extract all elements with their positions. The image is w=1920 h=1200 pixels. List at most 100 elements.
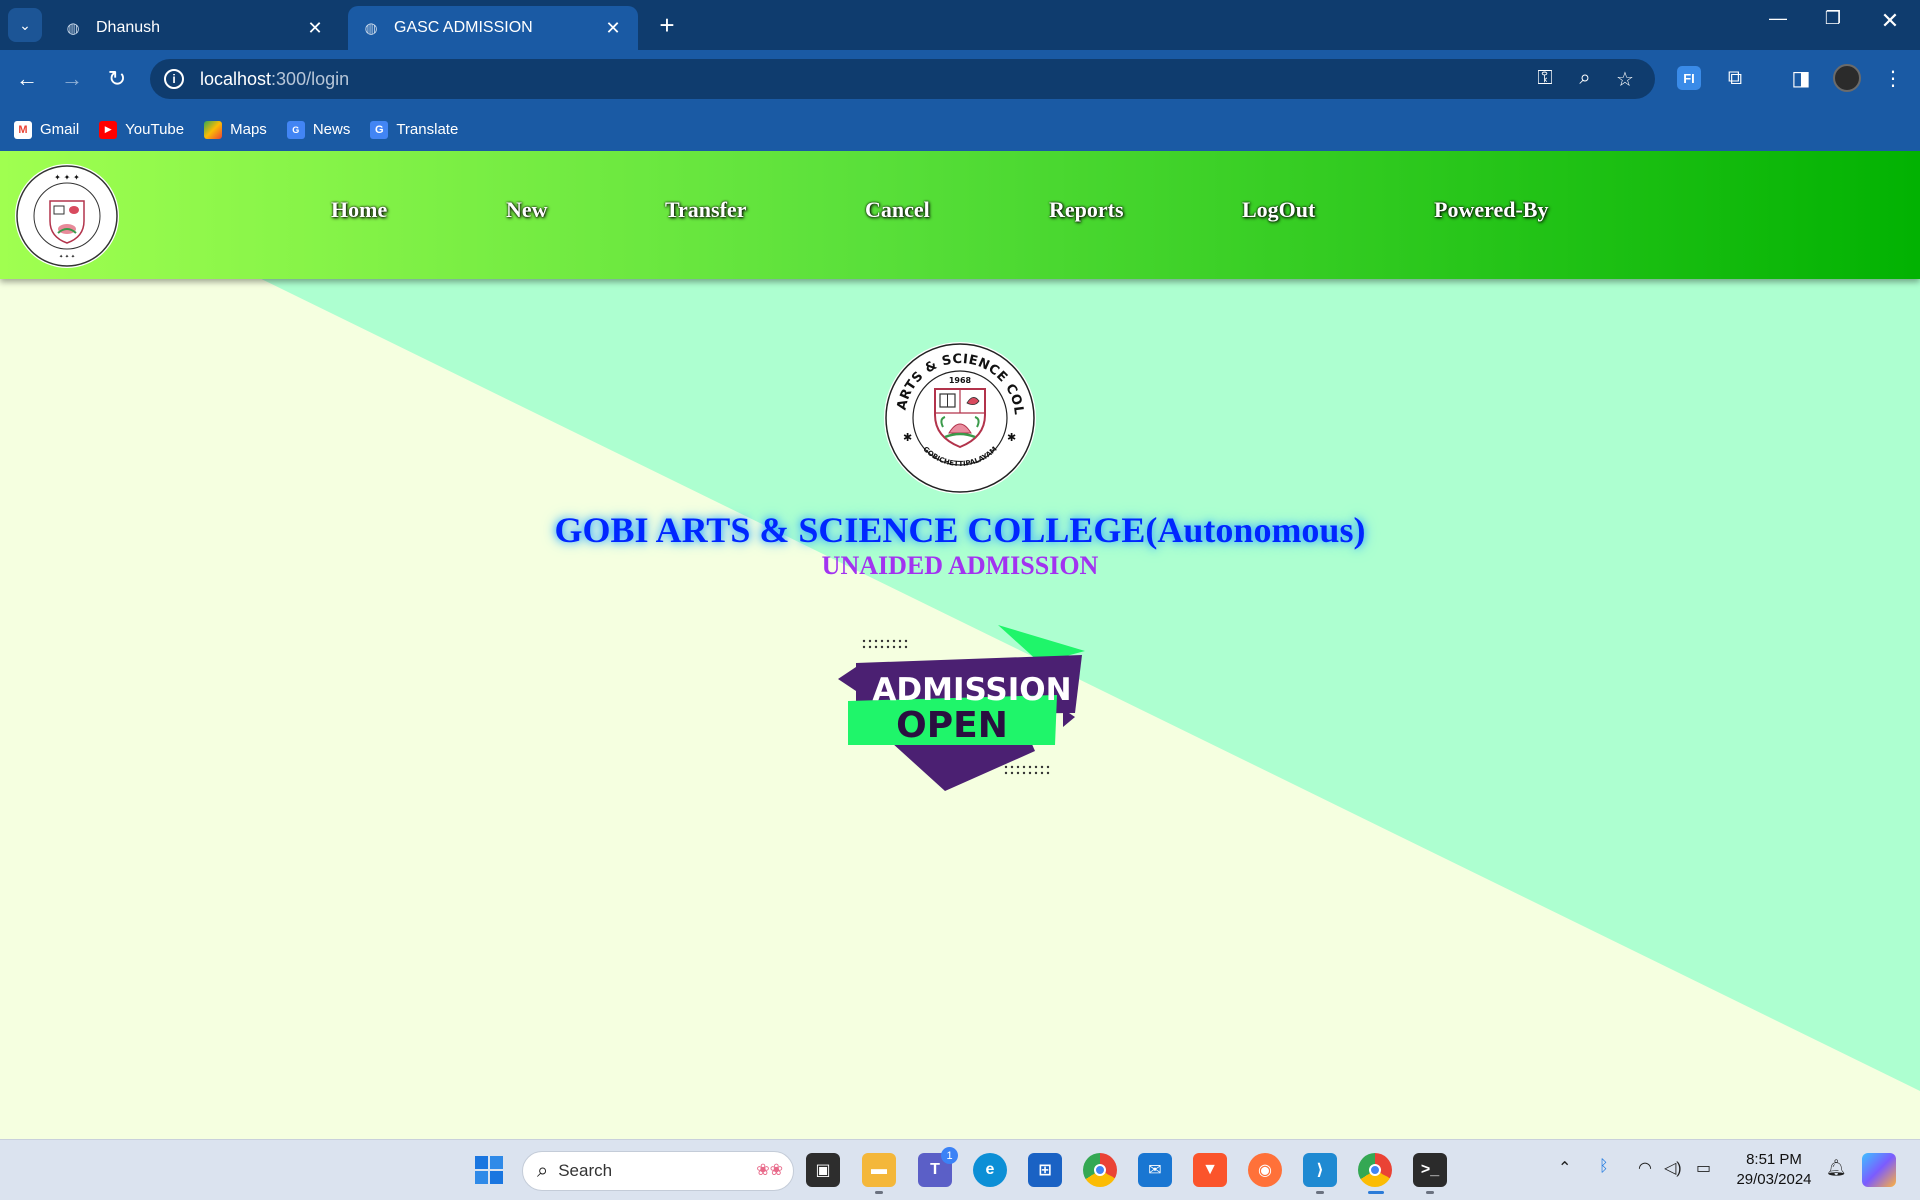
notification-badge: 1 bbox=[941, 1147, 958, 1164]
cherry-blossom-icon: ❀❀ bbox=[756, 1162, 783, 1179]
bookmark-label: News bbox=[312, 121, 351, 138]
close-window-icon[interactable]: ✕ bbox=[1870, 8, 1910, 34]
chrome-profile-icon[interactable] bbox=[1358, 1153, 1392, 1194]
web-page: ✦ ✦ ✦ ✦ ✦ ✦ Home New Transfer Cancel Rep… bbox=[0, 151, 1920, 1139]
taskbar: ⌕ Search ❀❀ ▣ ▬ T1 e ⊞ ✉ ▼ ◉ ⟩ >_ ⌃ ᛒ ◠ … bbox=[0, 1139, 1920, 1200]
terminal-icon[interactable]: >_ bbox=[1413, 1153, 1447, 1194]
bookmark-youtube[interactable]: ▶ YouTube bbox=[99, 120, 185, 139]
minimize-icon[interactable]: — bbox=[1758, 8, 1798, 29]
page-subtitle: UNAIDED ADMISSION bbox=[821, 551, 1099, 580]
browser-tab-strip: ⌄ ◍ Dhanush ✕ ◍ GASC ADMISSION ✕ + — ❐ ✕ bbox=[0, 0, 1920, 50]
url-path: :300/login bbox=[271, 68, 350, 89]
file-explorer-icon[interactable]: ▬ bbox=[862, 1153, 896, 1194]
copilot-icon[interactable] bbox=[1862, 1153, 1896, 1187]
reload-icon[interactable]: ↻ bbox=[100, 62, 134, 96]
forward-arrow-icon[interactable]: → bbox=[55, 62, 89, 96]
bookmark-translate[interactable]: G Translate bbox=[370, 120, 459, 139]
nav-logout[interactable]: LogOut bbox=[1242, 197, 1315, 223]
store-icon[interactable]: ⊞ bbox=[1028, 1153, 1062, 1187]
task-view-icon[interactable]: ▣ bbox=[806, 1153, 840, 1187]
notification-bell-icon[interactable]: 🔔︎ bbox=[1826, 1158, 1846, 1178]
browser-tab-dhanush[interactable]: ◍ Dhanush ✕ bbox=[50, 6, 340, 50]
tab-search-chevron-icon[interactable]: ⌄ bbox=[8, 8, 42, 42]
logo-year: 1968 bbox=[949, 376, 972, 385]
youtube-icon: ▶ bbox=[99, 120, 118, 139]
show-hidden-icons-icon[interactable]: ⌃ bbox=[1558, 1158, 1571, 1178]
key-icon[interactable]: ⚿ bbox=[1532, 67, 1558, 90]
bookmarks-bar: M Gmail ▶ YouTube Maps G News G Translat… bbox=[0, 108, 1920, 151]
bluetooth-icon[interactable]: ᛒ bbox=[1599, 1158, 1609, 1176]
nav-home[interactable]: Home bbox=[331, 197, 387, 223]
site-info-icon[interactable]: i bbox=[164, 69, 184, 89]
zoom-icon[interactable]: ⌕ bbox=[1572, 67, 1598, 90]
nav-transfer[interactable]: Transfer bbox=[665, 197, 746, 223]
globe-icon: ◍ bbox=[364, 20, 378, 37]
wifi-icon[interactable]: ◠ bbox=[1638, 1158, 1652, 1178]
teams-icon[interactable]: T1 bbox=[918, 1147, 958, 1187]
chrome-icon[interactable] bbox=[1083, 1153, 1117, 1187]
brave-icon[interactable]: ▼ bbox=[1193, 1153, 1227, 1187]
nav-reports[interactable]: Reports bbox=[1049, 197, 1124, 223]
page-title: GOBI ARTS & SCIENCE COLLEGE(Autonomous) bbox=[554, 510, 1366, 550]
close-tab-icon[interactable]: ✕ bbox=[602, 18, 624, 39]
back-arrow-icon[interactable]: ← bbox=[10, 62, 44, 96]
close-tab-icon[interactable]: ✕ bbox=[304, 18, 326, 39]
nav-cancel[interactable]: Cancel bbox=[865, 197, 930, 223]
bookmark-label: Maps bbox=[230, 121, 267, 138]
banner-line1: ADMISSION bbox=[872, 672, 1071, 708]
volume-icon[interactable]: ◁) bbox=[1664, 1158, 1682, 1178]
search-icon: ⌕ bbox=[537, 1159, 549, 1182]
taskbar-search[interactable]: ⌕ Search ❀❀ bbox=[522, 1151, 794, 1191]
bookmark-news[interactable]: G News bbox=[286, 120, 351, 139]
bookmark-gmail[interactable]: M Gmail bbox=[14, 120, 80, 139]
maps-icon bbox=[204, 120, 223, 139]
side-panel-icon[interactable]: ◨ bbox=[1786, 63, 1816, 93]
running-indicator bbox=[1316, 1191, 1324, 1194]
mail-icon[interactable]: ✉ bbox=[1138, 1153, 1172, 1187]
gmail-icon: M bbox=[14, 120, 32, 139]
banner-line2: OPEN bbox=[896, 705, 1008, 746]
translate-icon: G bbox=[370, 120, 389, 139]
bookmark-label: YouTube bbox=[125, 121, 185, 138]
menu-kebab-icon[interactable]: ⋮ bbox=[1878, 63, 1908, 93]
edge-icon[interactable]: e bbox=[973, 1153, 1007, 1187]
extension-fi-icon[interactable]: FI bbox=[1677, 66, 1701, 90]
restore-icon[interactable]: ❐ bbox=[1813, 8, 1853, 29]
bookmark-label: Translate bbox=[396, 121, 459, 138]
firefox-icon[interactable]: ◉ bbox=[1248, 1153, 1282, 1187]
clock-date: 29/03/2024 bbox=[1736, 1171, 1812, 1188]
new-tab-plus-icon[interactable]: + bbox=[652, 10, 682, 41]
globe-icon: ◍ bbox=[66, 20, 80, 37]
search-label: Search bbox=[558, 1161, 613, 1180]
vscode-icon[interactable]: ⟩ bbox=[1303, 1153, 1337, 1194]
nav-powered-by[interactable]: Powered-By bbox=[1434, 197, 1548, 223]
running-indicator bbox=[1426, 1191, 1434, 1194]
running-indicator bbox=[875, 1191, 883, 1194]
windows-start-icon[interactable] bbox=[472, 1153, 506, 1187]
bookmark-star-icon[interactable]: ☆ bbox=[1612, 67, 1638, 92]
college-logo: GOBI ARTS & SCIENCE COLLEGE GOBICHETTIPA… bbox=[883, 341, 1036, 494]
svg-text:✦ ✦ ✦: ✦ ✦ ✦ bbox=[54, 173, 80, 182]
admission-open-banner: ADMISSION OPEN bbox=[838, 625, 1085, 791]
clock-time: 8:51 PM bbox=[1746, 1151, 1802, 1168]
tab-title: Dhanush bbox=[96, 19, 161, 36]
bookmark-label: Gmail bbox=[40, 121, 80, 138]
battery-icon[interactable]: ▭ bbox=[1696, 1158, 1711, 1178]
running-indicator bbox=[1368, 1191, 1384, 1194]
svg-text:✦ ✦ ✦: ✦ ✦ ✦ bbox=[59, 254, 75, 260]
extensions-puzzle-icon[interactable]: ⧉ bbox=[1720, 63, 1750, 93]
star-icon: ✱ bbox=[903, 431, 912, 444]
profile-avatar[interactable] bbox=[1833, 64, 1861, 92]
tab-title: GASC ADMISSION bbox=[394, 19, 533, 36]
nav-new[interactable]: New bbox=[506, 197, 548, 223]
url-host: localhost bbox=[200, 68, 272, 89]
browser-toolbar: ← → ↻ i localhost:300/login ⚿ ⌕ ☆ FI ⧉ ◨… bbox=[0, 50, 1920, 108]
site-navbar: ✦ ✦ ✦ ✦ ✦ ✦ Home New Transfer Cancel Rep… bbox=[0, 151, 1920, 279]
news-icon: G bbox=[286, 120, 305, 139]
star-icon: ✱ bbox=[1007, 431, 1016, 444]
bookmark-maps[interactable]: Maps bbox=[204, 120, 267, 139]
college-logo-small[interactable]: ✦ ✦ ✦ ✦ ✦ ✦ bbox=[14, 163, 120, 269]
address-bar[interactable]: i localhost:300/login ⚿ ⌕ ☆ bbox=[150, 59, 1655, 99]
taskbar-clock[interactable]: 8:51 PM 29/03/2024 bbox=[1728, 1150, 1820, 1190]
browser-tab-gasc-admission[interactable]: ◍ GASC ADMISSION ✕ bbox=[348, 6, 638, 50]
